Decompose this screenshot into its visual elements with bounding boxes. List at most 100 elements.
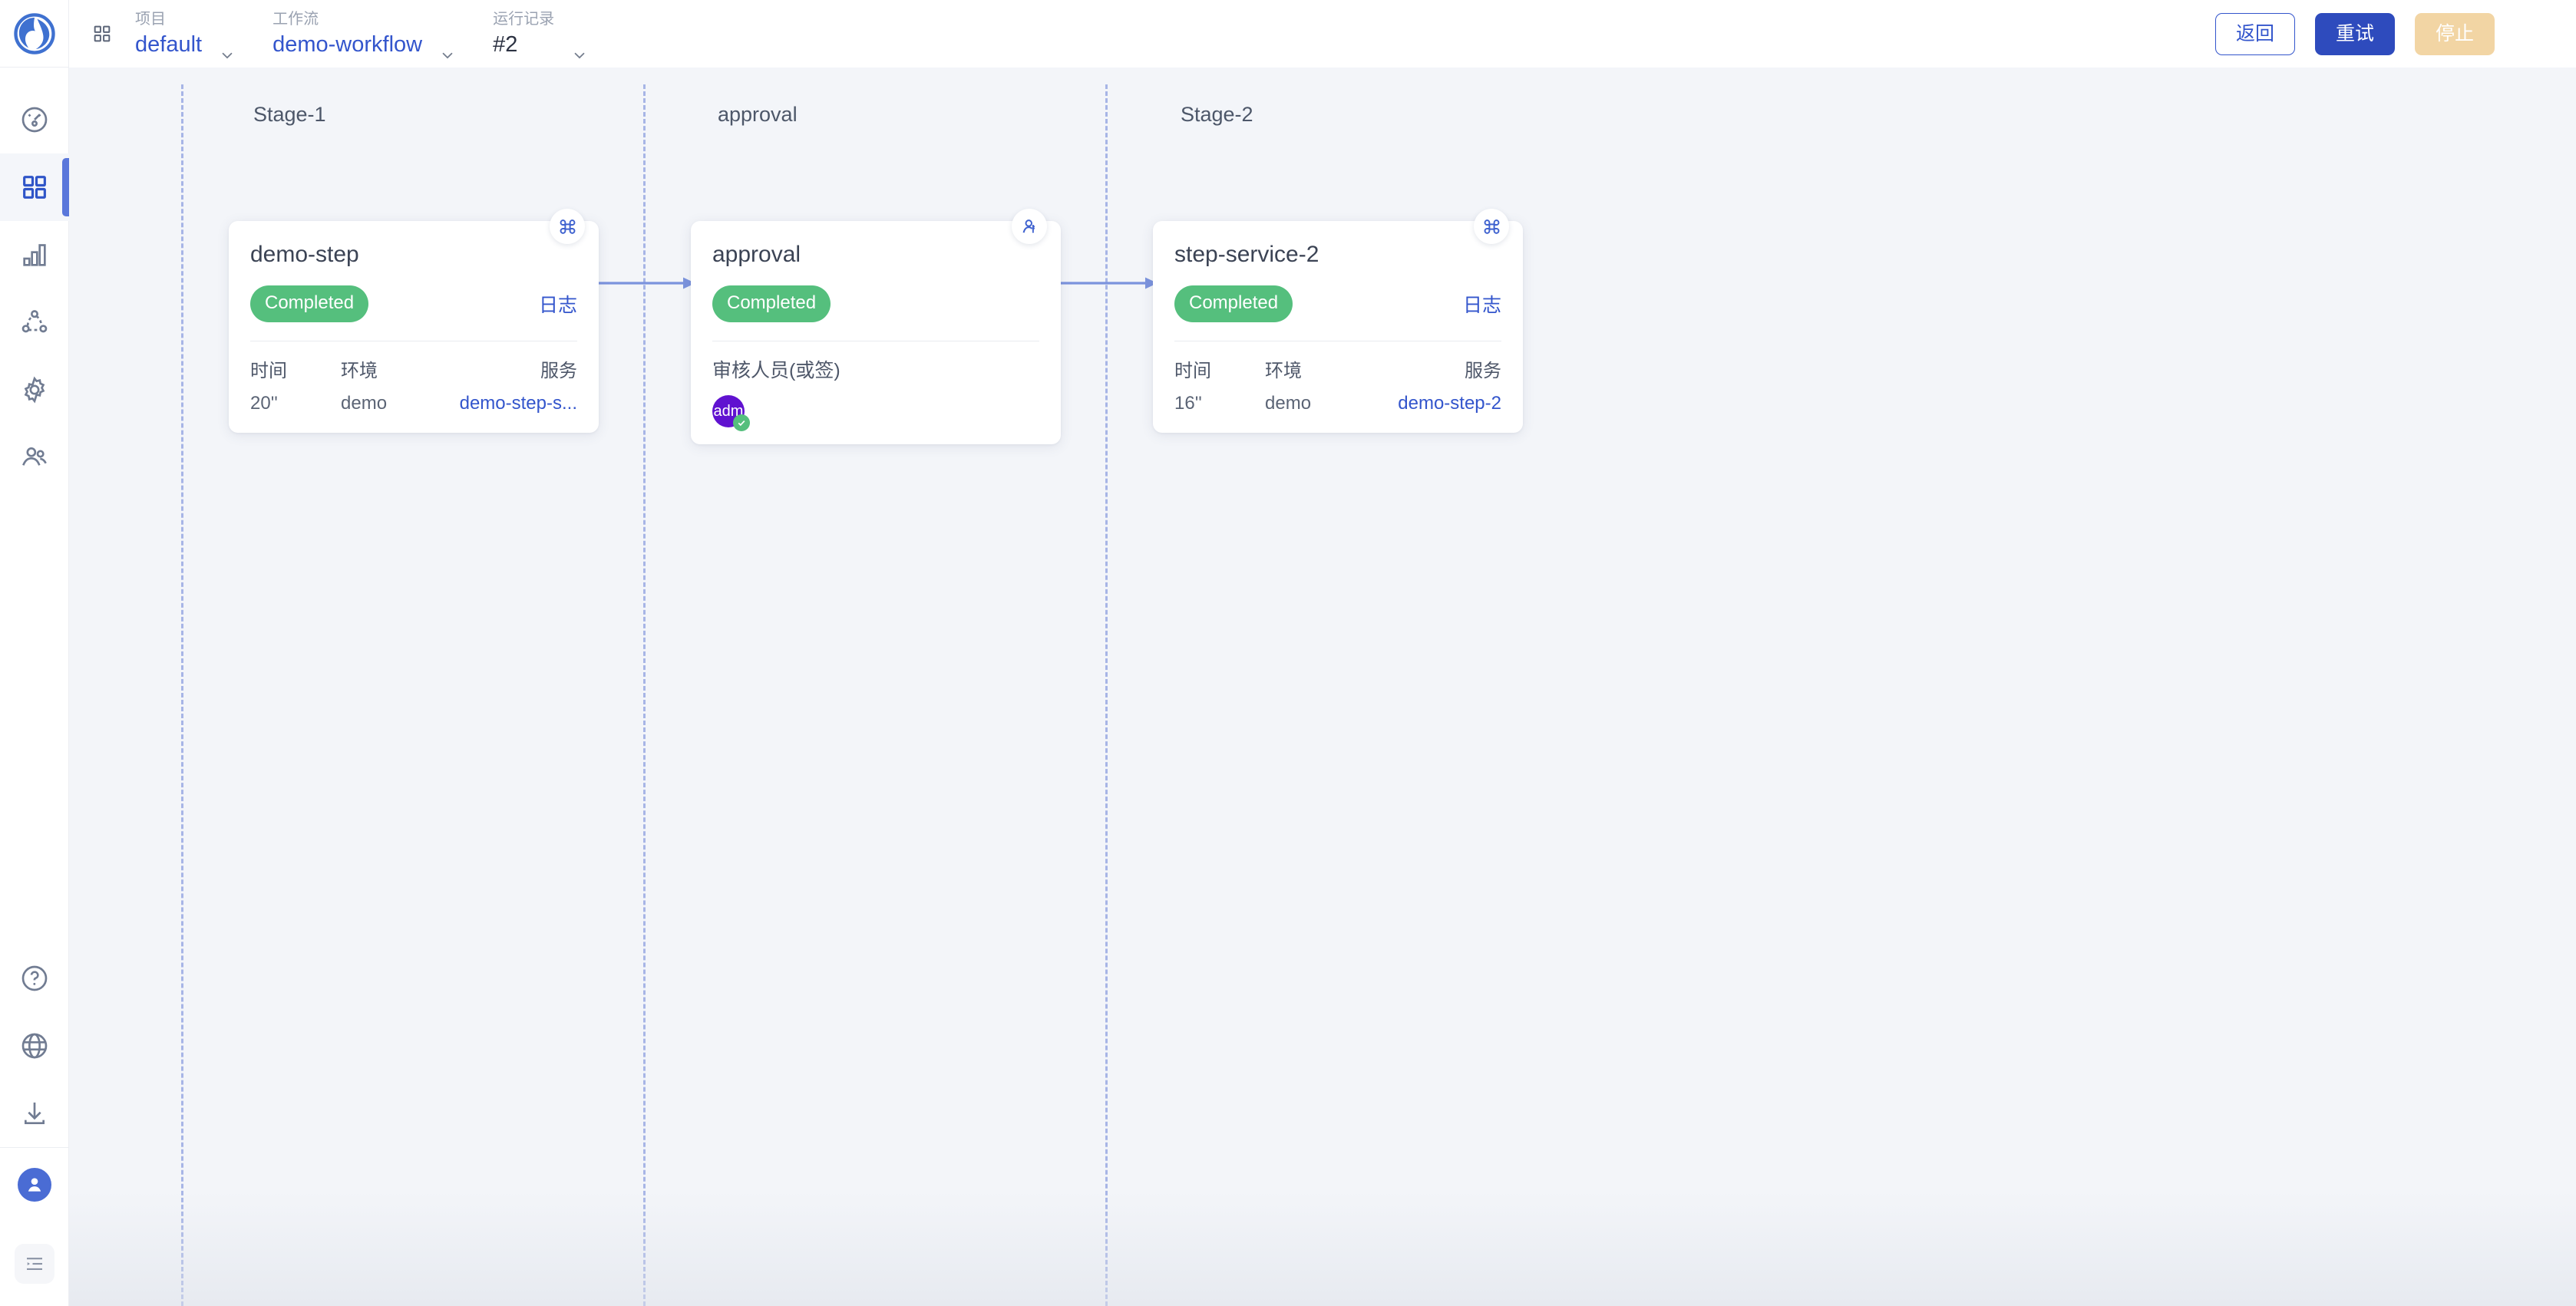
- node-demo-step-title: demo-step: [250, 242, 359, 267]
- column-header-service: 服务: [1465, 361, 1501, 381]
- node-approval[interactable]: approval Completed 审核人员(或签) adm: [691, 209, 1061, 444]
- arrow-demo-step-to-approval: [599, 275, 697, 292]
- arrow-right-icon: [1061, 277, 1158, 289]
- cell-env: demo: [1265, 393, 1312, 414]
- status-badge: Completed: [250, 285, 369, 322]
- sidebar-item-help[interactable]: [0, 945, 69, 1012]
- table-row: 20'' demo demo-step-s...: [250, 393, 577, 433]
- column-header-env: 环境: [1265, 361, 1302, 381]
- node-demo-step-type-badge[interactable]: [550, 209, 585, 244]
- sidebar-item-download[interactable]: [0, 1080, 69, 1147]
- cell-time: 16'': [1174, 393, 1202, 414]
- lane-divider-3: [1105, 84, 1108, 1306]
- rail-primary-items: [0, 68, 69, 491]
- column-header-env: 环境: [341, 361, 378, 381]
- top-bar: 项目 default 工作流 demo-workflow 运行记录 #2 返回 …: [69, 0, 2576, 68]
- run-dropdown-caret[interactable]: [571, 47, 588, 64]
- table-header-row: 时间 环境 服务: [250, 355, 577, 393]
- breadcrumb-workflow-label: 工作流: [272, 10, 319, 28]
- workflow-dropdown-caret[interactable]: [439, 47, 456, 64]
- breadcrumb-project-value[interactable]: default: [135, 31, 202, 58]
- user-approve-icon: [1022, 219, 1035, 233]
- sidebar-item-applications[interactable]: [0, 153, 69, 221]
- column-header-service: 服务: [540, 361, 577, 381]
- stage-title-2: approval: [718, 103, 798, 126]
- people-icon: [22, 447, 47, 466]
- cell-service-link[interactable]: demo-step-s...: [433, 393, 577, 433]
- question-circle-icon: [21, 965, 48, 991]
- collapse-menu-icon: [27, 1258, 42, 1270]
- node-demo-step[interactable]: demo-step Completed 日志 时间 环境 服务 20'' dem…: [229, 209, 599, 433]
- workflow-canvas[interactable]: Stage-1 approval Stage-2 demo-step Compl…: [69, 68, 2576, 1306]
- grid-squares-icon: [23, 176, 46, 199]
- back-button[interactable]: 返回: [2214, 12, 2295, 55]
- approver-list: adm: [712, 395, 1039, 444]
- user-avatar-icon: [28, 1178, 41, 1192]
- sidebar-item-dashboard[interactable]: [0, 86, 69, 153]
- stage-title-1: Stage-1: [253, 103, 326, 126]
- cell-time: 20'': [250, 393, 278, 414]
- status-badge: Completed: [1174, 285, 1293, 322]
- collapse-button-surface: [15, 1244, 54, 1284]
- sidebar-item-clusters[interactable]: [0, 289, 69, 356]
- approver-section-label: 审核人员(或签): [712, 360, 841, 381]
- arrow-right-icon: [599, 277, 695, 289]
- chevron-down-icon: [222, 52, 233, 59]
- breadcrumb-run-label: 运行记录: [493, 10, 555, 28]
- node-approval-status-row: Completed: [712, 285, 1039, 322]
- avatar-circle: [18, 1168, 51, 1202]
- node-approval-title: approval: [712, 242, 801, 267]
- sidebar-item-pipelines[interactable]: [0, 221, 69, 289]
- stop-button: 停止: [2414, 12, 2495, 55]
- node-demo-step-status-row: Completed 日志: [250, 285, 577, 322]
- node-step-service-2-status-row: Completed 日志: [1174, 285, 1501, 322]
- breadcrumb-project: 项目 default: [135, 0, 236, 68]
- globe-icon: [21, 1033, 48, 1059]
- speedometer-icon: [21, 107, 48, 133]
- breadcrumb-workflow-value[interactable]: demo-workflow: [272, 31, 422, 58]
- lane-divider-1: [181, 84, 183, 1306]
- node-step-service-2-type-badge[interactable]: [1474, 209, 1509, 244]
- chevron-down-icon: [574, 52, 585, 59]
- command-clover-icon: [560, 219, 575, 234]
- sidebar-item-users[interactable]: [0, 424, 69, 491]
- breadcrumb: 项目 default 工作流 demo-workflow 运行记录 #2: [135, 0, 588, 68]
- table-header-row: 时间 环境 服务: [1174, 355, 1501, 393]
- project-dropdown-caret[interactable]: [219, 47, 236, 64]
- table-row: 16'' demo demo-step-2: [1174, 393, 1501, 433]
- node-step-service-2-log-link[interactable]: 日志: [1463, 290, 1501, 318]
- stage-title-3: Stage-2: [1181, 103, 1253, 126]
- cell-service-link[interactable]: demo-step-2: [1357, 393, 1501, 433]
- gear-icon: [24, 376, 45, 404]
- sidebar-item-language[interactable]: [0, 1012, 69, 1080]
- bar-chart-icon: [23, 244, 46, 266]
- node-demo-step-log-link[interactable]: 日志: [539, 290, 577, 318]
- arrow-approval-to-step-service-2: [1061, 275, 1159, 292]
- kubevela-logo-icon: [14, 12, 55, 54]
- cell-env: demo: [341, 393, 388, 414]
- left-nav-rail: [0, 0, 69, 1306]
- app-logo[interactable]: [0, 0, 69, 68]
- node-step-service-2-detail-table: 时间 环境 服务 16'' demo demo-step-2: [1174, 355, 1501, 433]
- rail-bottom-items: [0, 945, 69, 1306]
- column-header-time: 时间: [250, 361, 287, 381]
- breadcrumb-run: 运行记录 #2: [493, 0, 588, 68]
- user-avatar[interactable]: [0, 1148, 69, 1222]
- node-step-service-2[interactable]: step-service-2 Completed 日志 时间 环境 服务 16'…: [1153, 209, 1523, 433]
- status-badge: Completed: [712, 285, 831, 322]
- grid-apps-icon: [94, 25, 111, 42]
- topbar-actions: 返回 重试 停止: [2214, 12, 2576, 55]
- node-step-service-2-title: step-service-2: [1174, 242, 1319, 267]
- column-header-time: 时间: [1174, 361, 1211, 381]
- node-demo-step-detail-table: 时间 环境 服务 20'' demo demo-step-s...: [250, 355, 577, 433]
- command-clover-icon: [1484, 219, 1499, 234]
- breadcrumb-project-label: 项目: [135, 10, 166, 28]
- retry-button[interactable]: 重试: [2314, 12, 2395, 55]
- approver-chip: adm: [712, 395, 750, 431]
- sidebar-item-settings[interactable]: [0, 356, 69, 424]
- lane-divider-2: [643, 84, 646, 1306]
- breadcrumb-run-value[interactable]: #2: [493, 31, 554, 58]
- apps-grid-button[interactable]: [69, 0, 135, 68]
- collapse-sidebar-button[interactable]: [0, 1222, 69, 1306]
- node-approval-type-badge[interactable]: [1012, 209, 1047, 244]
